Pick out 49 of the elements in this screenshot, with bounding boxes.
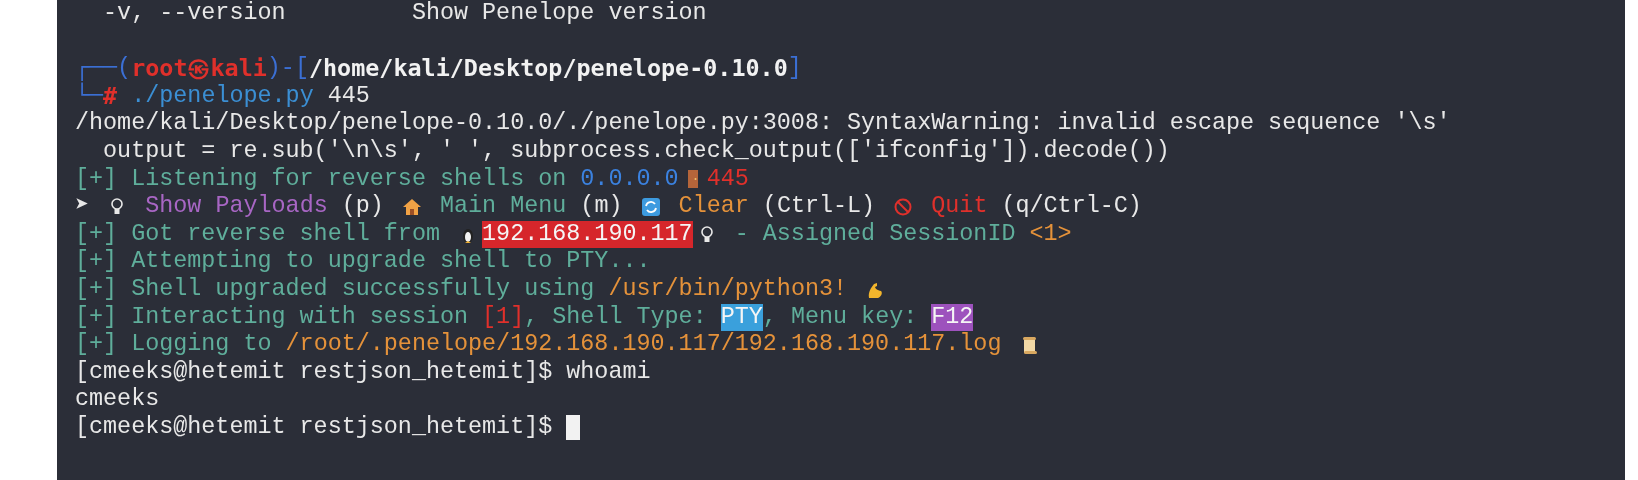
terminal-text: ┌──( [75, 55, 132, 82]
terminal-text: Show Payloads [144, 193, 328, 221]
highlighted-text: 192.168.190.117 [482, 220, 693, 249]
terminal-text: (Ctrl-L) [761, 193, 877, 221]
terminal-text: -v, --version Show Penelope version [102, 0, 707, 28]
terminal-text: 445 [326, 82, 370, 111]
terminal-text: ] [787, 55, 802, 83]
terminal-text: (p) [340, 193, 385, 221]
terminal-text: root㉿kali [131, 55, 267, 83]
lightbulb-icon [699, 224, 714, 245]
terminal-text: )-[ [266, 55, 309, 83]
terminal-text: Main Menu [439, 193, 567, 221]
terminal-text: (m) [579, 193, 624, 221]
prohibited-icon [893, 196, 914, 217]
terminal-text: , Menu key: [762, 303, 919, 332]
door-icon [686, 169, 699, 190]
terminal-text: [+] Shell upgraded successfully using [75, 275, 596, 304]
highlighted-text: PTY [720, 303, 763, 332]
terminal-text: [+] Listening for reverse shells on [75, 165, 568, 194]
terminal-text: [1] [482, 303, 525, 332]
terminal-text: [cmeeks@hetemit restjson_hetemit]$ whoami [75, 358, 651, 387]
terminal-text: - Assigned SessionID [733, 220, 1017, 249]
terminal-text: └─ [75, 82, 104, 111]
terminal-text: /root/.penelope/192.168.190.117/192.168.190.117.log [285, 331, 1002, 359]
terminal-text: 445 [706, 165, 749, 194]
terminal-text: cmeeks [75, 386, 160, 414]
terminal-text: Clear [677, 193, 749, 221]
terminal-text: <1> [1029, 220, 1072, 249]
terminal-text: ./penelope.py [130, 82, 314, 111]
terminal-text: Quit [930, 193, 988, 221]
scroll-icon [1020, 334, 1039, 355]
terminal-text: [cmeeks@hetemit restjson_hetemit]$ [75, 413, 554, 442]
terminal-text: , Shell Type: [524, 303, 708, 332]
terminal-text: /home/kali/Desktop/penelope-0.10.0/./penelope.py:3008: SyntaxWarning: invalid escape sequence '\s' [75, 110, 1451, 138]
terminal-text: ➤ [75, 193, 91, 221]
highlighted-text: F12 [931, 303, 974, 332]
refresh-icon [640, 196, 661, 217]
terminal-text: [+] Got reverse shell from [75, 220, 441, 249]
terminal-text: [+] Interacting with session [75, 303, 470, 332]
terminal-text: /home/kali/Desktop/penelope-0.10.0 [308, 55, 788, 83]
terminal-text: [+] Attempting to upgrade shell to PTY... [75, 248, 651, 276]
terminal-text: output = re.sub('\n\s', ' ', subprocess.check_output(['ifconfig']).decode()) [102, 137, 1170, 166]
terminal-text: (q/Ctrl-C) [1000, 193, 1142, 221]
terminal-text: 0.0.0.0 [580, 165, 679, 194]
terminal-text: /usr/bin/python3! [608, 275, 848, 304]
house-icon [401, 196, 422, 217]
lightbulb-icon [110, 196, 125, 217]
terminal-text: [+] Logging to [75, 331, 273, 359]
terminal-text: # [103, 82, 118, 111]
